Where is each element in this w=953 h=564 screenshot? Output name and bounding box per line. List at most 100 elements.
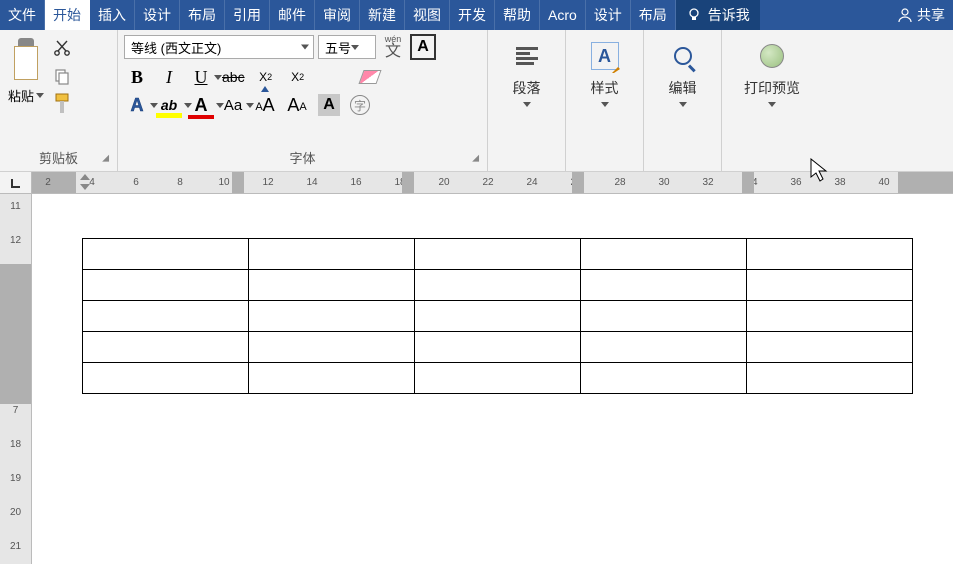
table-cell[interactable] bbox=[249, 363, 415, 394]
tab-developer[interactable]: 开发 bbox=[450, 0, 495, 30]
table-cell[interactable] bbox=[83, 332, 249, 363]
ruler-horizontal[interactable]: 246810121416182022242628303234363840 bbox=[0, 172, 953, 194]
enclose-char-button[interactable]: 字 bbox=[350, 95, 370, 115]
table-cell[interactable] bbox=[415, 239, 581, 270]
tab-table-layout[interactable]: 布局 bbox=[631, 0, 676, 30]
tab-design[interactable]: 设计 bbox=[135, 0, 180, 30]
tab-acrobat[interactable]: Acro bbox=[540, 0, 586, 30]
ruler-v-tick: 11 bbox=[0, 198, 31, 214]
change-case-button[interactable]: Aa bbox=[222, 94, 244, 116]
font-name-select[interactable]: 等线 (西文正文) bbox=[124, 35, 314, 59]
table-row[interactable] bbox=[83, 270, 913, 301]
ruler-v-tick: 18 bbox=[0, 436, 31, 452]
chevron-down-icon[interactable] bbox=[768, 102, 776, 107]
cut-button[interactable] bbox=[52, 38, 72, 58]
tab-selector[interactable] bbox=[0, 172, 32, 193]
table-cell[interactable] bbox=[747, 270, 913, 301]
table-cell[interactable] bbox=[415, 332, 581, 363]
table-cell[interactable] bbox=[747, 301, 913, 332]
tab-help[interactable]: 帮助 bbox=[495, 0, 540, 30]
styles-button[interactable]: 样式 bbox=[591, 78, 619, 98]
table-cell[interactable] bbox=[83, 363, 249, 394]
tab-references[interactable]: 引用 bbox=[225, 0, 270, 30]
ruler-v-tick: 7 bbox=[0, 402, 31, 418]
text-effects-button[interactable]: A bbox=[126, 94, 148, 116]
table-cell[interactable] bbox=[83, 239, 249, 270]
tab-insert[interactable]: 插入 bbox=[90, 0, 135, 30]
table-cell[interactable] bbox=[415, 363, 581, 394]
chevron-down-icon[interactable] bbox=[679, 102, 687, 107]
tab-table-design[interactable]: 设计 bbox=[586, 0, 631, 30]
ruler-h-tick: 12 bbox=[258, 172, 278, 193]
tab-mailings[interactable]: 邮件 bbox=[270, 0, 315, 30]
table-row[interactable] bbox=[83, 363, 913, 394]
table-cell[interactable] bbox=[415, 270, 581, 301]
document-table[interactable] bbox=[82, 238, 913, 394]
ruler-h-tick: 38 bbox=[830, 172, 850, 193]
table-row[interactable] bbox=[83, 239, 913, 270]
table-cell[interactable] bbox=[83, 301, 249, 332]
table-row[interactable] bbox=[83, 332, 913, 363]
chevron-down-icon bbox=[351, 45, 359, 50]
copy-button[interactable] bbox=[52, 66, 72, 86]
table-cell[interactable] bbox=[747, 239, 913, 270]
table-cell[interactable] bbox=[581, 301, 747, 332]
superscript-button[interactable]: X2 bbox=[287, 66, 309, 88]
table-cell[interactable] bbox=[249, 332, 415, 363]
char-border-button[interactable]: A bbox=[410, 34, 436, 60]
paste-label: 粘贴 bbox=[8, 86, 34, 105]
clipboard-icon bbox=[8, 38, 44, 82]
format-painter-button[interactable] bbox=[52, 94, 72, 114]
share-button[interactable]: 共享 bbox=[889, 0, 953, 30]
tab-home[interactable]: 开始 bbox=[45, 0, 90, 30]
tell-me[interactable]: 告诉我 bbox=[676, 0, 760, 30]
table-cell[interactable] bbox=[249, 239, 415, 270]
table-cell[interactable] bbox=[83, 270, 249, 301]
table-cell[interactable] bbox=[249, 270, 415, 301]
ruler-v-tick: 21 bbox=[0, 538, 31, 554]
clipboard-launcher-icon[interactable]: ◢ bbox=[102, 152, 109, 163]
document-area[interactable] bbox=[32, 194, 953, 564]
editing-button[interactable]: 编辑 bbox=[669, 78, 697, 98]
font-launcher-icon[interactable]: ◢ bbox=[472, 152, 479, 163]
char-shading-button[interactable]: A bbox=[318, 94, 340, 116]
ruler-v-tick: 19 bbox=[0, 470, 31, 486]
table-cell[interactable] bbox=[581, 239, 747, 270]
font-size-select[interactable]: 五号 bbox=[318, 35, 376, 59]
tab-review[interactable]: 审阅 bbox=[315, 0, 360, 30]
table-cell[interactable] bbox=[249, 301, 415, 332]
tab-file[interactable]: 文件 bbox=[0, 0, 45, 30]
italic-button[interactable]: I bbox=[158, 66, 180, 88]
highlight-button[interactable]: ab bbox=[158, 94, 180, 116]
table-cell[interactable] bbox=[581, 363, 747, 394]
table-cell[interactable] bbox=[581, 332, 747, 363]
ruler-h-tick: 28 bbox=[610, 172, 630, 193]
ruler-h-tick: 24 bbox=[522, 172, 542, 193]
shrink-font-button[interactable]: AA bbox=[286, 94, 308, 116]
subscript-button[interactable]: X2 bbox=[255, 66, 277, 88]
underline-button[interactable]: U bbox=[190, 66, 212, 88]
table-cell[interactable] bbox=[581, 270, 747, 301]
grow-font-button[interactable]: AA bbox=[254, 94, 276, 116]
strikethrough-button[interactable]: abc bbox=[222, 66, 245, 88]
ruler-vertical[interactable]: 11123456718192021 bbox=[0, 194, 32, 564]
paste-button[interactable]: 粘贴 bbox=[8, 86, 44, 105]
chevron-down-icon[interactable] bbox=[523, 102, 531, 107]
print-preview-button[interactable]: 打印预览 bbox=[744, 78, 800, 98]
tab-new[interactable]: 新建 bbox=[360, 0, 405, 30]
phonetic-guide-button[interactable]: wén 文 bbox=[380, 34, 406, 60]
table-cell[interactable] bbox=[747, 363, 913, 394]
table-cell[interactable] bbox=[747, 332, 913, 363]
tab-view[interactable]: 视图 bbox=[405, 0, 450, 30]
tab-layout[interactable]: 布局 bbox=[180, 0, 225, 30]
chevron-down-icon[interactable] bbox=[601, 102, 609, 107]
table-cell[interactable] bbox=[415, 301, 581, 332]
find-icon bbox=[667, 40, 699, 72]
ruler-h-tick: 10 bbox=[214, 172, 234, 193]
bold-button[interactable]: B bbox=[126, 66, 148, 88]
font-color-button[interactable]: A bbox=[190, 94, 212, 116]
font-size-value: 五号 bbox=[325, 38, 351, 57]
clear-formatting-button[interactable] bbox=[359, 66, 381, 88]
table-row[interactable] bbox=[83, 301, 913, 332]
paragraph-button[interactable]: 段落 bbox=[513, 78, 541, 98]
